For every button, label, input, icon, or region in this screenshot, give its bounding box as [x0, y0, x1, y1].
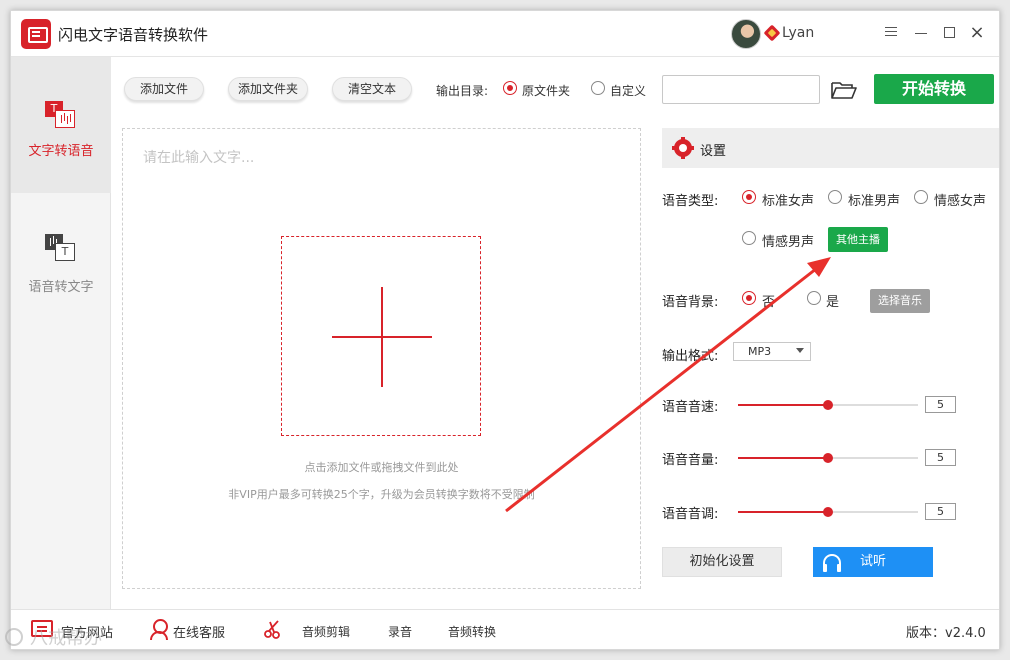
pitch-slider[interactable]: [738, 507, 918, 517]
drop-hint: 点击添加文件或拖拽文件到此处: [304, 461, 459, 474]
voice-standard-male-label[interactable]: 标准男声: [848, 190, 900, 209]
listen-button[interactable]: 试听: [813, 547, 933, 577]
sidebar-item-label: 文字转语音: [28, 144, 94, 159]
online-service-link[interactable]: 在线客服: [173, 622, 225, 641]
drop-zone[interactable]: [281, 236, 481, 436]
sidebar-item-label: 语音转文字: [28, 280, 94, 295]
bg-yes-radio[interactable]: [807, 291, 821, 305]
bg-no-radio[interactable]: [742, 291, 756, 305]
title-bar: 闪电文字语音转换软件 Lyan ×: [11, 11, 999, 57]
choose-music-button[interactable]: 选择音乐: [870, 289, 930, 313]
settings-header: 设置: [662, 128, 999, 168]
volume-label: 语音音量:: [662, 453, 719, 468]
listen-label: 试听: [859, 554, 886, 569]
audio-edit-link[interactable]: 音频剪辑: [302, 623, 350, 640]
user-name[interactable]: Lyan: [782, 25, 814, 41]
audio-edit-icon: [263, 619, 283, 639]
avatar[interactable]: [731, 19, 761, 49]
pitch-label: 语音音调:: [662, 507, 719, 522]
volume-slider-thumb[interactable]: [823, 453, 833, 463]
voice-emotion-male-label[interactable]: 情感男声: [762, 231, 814, 250]
text-editor[interactable]: 请在此输入文字... 点击添加文件或拖拽文件到此处 非VIP用户最多可转换25个…: [122, 128, 641, 589]
output-custom-label[interactable]: 自定义: [610, 82, 646, 99]
voice-emotion-female-label[interactable]: 情感女声: [934, 190, 986, 209]
output-path-input[interactable]: [662, 75, 820, 104]
other-anchor-button[interactable]: 其他主播: [828, 227, 888, 252]
gear-icon: [672, 137, 694, 159]
speed-slider-thumb[interactable]: [823, 400, 833, 410]
official-website-link[interactable]: 官方网站: [61, 622, 113, 641]
voice-type-label: 语音类型:: [662, 194, 719, 209]
reset-settings-button[interactable]: 初始化设置: [662, 547, 782, 577]
voice-standard-female-radio[interactable]: [742, 190, 756, 204]
bg-no-label[interactable]: 否: [762, 291, 775, 310]
output-format-value: MP3: [748, 345, 772, 358]
output-format-select[interactable]: MP3: [733, 342, 811, 361]
output-original-radio[interactable]: [503, 81, 517, 95]
pitch-slider-thumb[interactable]: [823, 507, 833, 517]
voice-emotion-female-radio[interactable]: [914, 190, 928, 204]
folder-open-icon[interactable]: [831, 81, 857, 99]
minimize-icon[interactable]: [911, 23, 931, 43]
customer-service-icon: [150, 619, 168, 640]
pitch-slider-fill: [738, 511, 828, 513]
speed-slider[interactable]: [738, 400, 918, 410]
app-logo-icon: [21, 19, 51, 49]
close-icon[interactable]: ×: [967, 23, 987, 43]
voice-emotion-male-radio[interactable]: [742, 231, 756, 245]
maximize-icon[interactable]: [939, 23, 959, 43]
output-dir-label: 输出目录:: [436, 84, 489, 98]
audio-convert-link[interactable]: 音频转换: [448, 623, 496, 640]
headphones-icon: [823, 554, 841, 572]
bg-yes-label[interactable]: 是: [826, 291, 839, 310]
output-format-label: 输出格式:: [662, 349, 719, 364]
speed-value-input[interactable]: 5: [925, 396, 956, 413]
vip-badge-icon: [763, 24, 781, 42]
vip-limit-hint: 非VIP用户最多可转换25个字，升级为会员转换字数将不受限制: [228, 488, 535, 501]
sidebar-item-text-to-speech[interactable]: T 文字转语音: [11, 57, 111, 193]
clear-text-button[interactable]: 清空文本: [332, 77, 412, 101]
voice-standard-male-radio[interactable]: [828, 190, 842, 204]
menu-icon[interactable]: [881, 23, 901, 43]
output-custom-radio[interactable]: [591, 81, 605, 95]
app-title: 闪电文字语音转换软件: [58, 26, 209, 44]
volume-slider-fill: [738, 457, 828, 459]
add-folder-button[interactable]: 添加文件夹: [228, 77, 308, 101]
voice-bg-label: 语音背景:: [662, 295, 719, 310]
add-file-button[interactable]: 添加文件: [124, 77, 204, 101]
plus-icon: [332, 287, 432, 387]
volume-slider[interactable]: [738, 453, 918, 463]
output-original-label[interactable]: 原文件夹: [522, 82, 570, 99]
start-convert-button[interactable]: 开始转换: [874, 74, 994, 104]
voice-standard-female-label[interactable]: 标准女声: [762, 190, 814, 209]
chevron-down-icon: [796, 348, 804, 353]
record-link[interactable]: 录音: [388, 623, 412, 640]
speed-slider-fill: [738, 404, 828, 406]
volume-value-input[interactable]: 5: [925, 449, 956, 466]
editor-placeholder: 请在此输入文字...: [143, 150, 255, 166]
settings-title: 设置: [700, 144, 727, 159]
footer: 官方网站 在线客服 音频剪辑 录音 音频转换 版本：v2.4.0: [11, 609, 999, 649]
sidebar-item-speech-to-text[interactable]: T 语音转文字: [11, 193, 111, 329]
speech-to-text-icon: T: [45, 234, 77, 262]
website-icon: [31, 620, 53, 637]
text-to-speech-icon: T: [45, 101, 77, 129]
sidebar: T 文字转语音 T 语音转文字: [11, 57, 111, 609]
app-window: 闪电文字语音转换软件 Lyan × T 文字转语音 T 语音转文字 添加文件 添…: [10, 10, 1000, 650]
pitch-value-input[interactable]: 5: [925, 503, 956, 520]
version-label: 版本：v2.4.0: [906, 626, 986, 641]
speed-label: 语音音速:: [662, 400, 719, 415]
